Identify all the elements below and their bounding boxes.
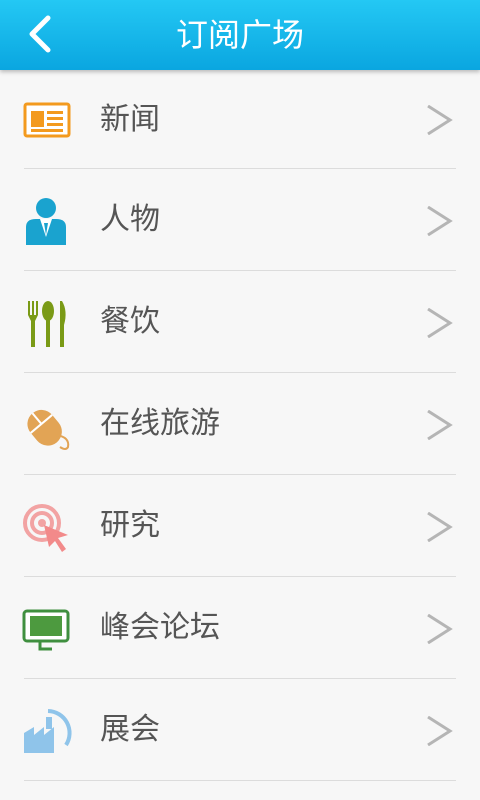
chevron-right-icon	[424, 409, 454, 441]
list-item-news[interactable]: 新闻	[0, 70, 480, 169]
list-item-label: 新闻	[100, 102, 160, 137]
list-item-exhibition[interactable]: 展会	[0, 679, 480, 781]
chevron-right-icon	[424, 715, 454, 747]
divider	[24, 780, 456, 781]
list-item-label: 展会	[100, 712, 160, 747]
computer-mouse-icon	[22, 401, 72, 451]
list-item-label: 峰会论坛	[100, 610, 220, 645]
list-item-people[interactable]: 人物	[0, 169, 480, 271]
list-item-label: 人物	[100, 202, 160, 237]
list-item-label: 在线旅游	[100, 406, 220, 441]
target-cursor-icon	[22, 503, 72, 553]
monitor-icon	[22, 605, 72, 655]
list-item-summit-forum[interactable]: 峰会论坛	[0, 577, 480, 679]
app-header: 订阅广场	[0, 0, 480, 70]
list-item-label: 餐饮	[100, 304, 160, 339]
factory-icon	[22, 707, 72, 757]
page-title: 订阅广场	[175, 16, 304, 54]
person-icon	[22, 197, 72, 247]
chevron-right-icon	[424, 307, 454, 339]
chevron-right-icon	[424, 104, 454, 136]
newspaper-icon	[22, 94, 72, 144]
list-item-dining[interactable]: 餐饮	[0, 271, 480, 373]
list-item-research[interactable]: 研究	[0, 475, 480, 577]
chevron-right-icon	[424, 205, 454, 237]
list-item-label: 研究	[100, 508, 160, 543]
subscription-list: 新闻 人物 餐饮 在线旅游 研究 峰会论坛 展会	[0, 70, 480, 781]
chevron-right-icon	[424, 511, 454, 543]
cutlery-icon	[22, 299, 72, 349]
chevron-right-icon	[424, 613, 454, 645]
list-item-online-travel[interactable]: 在线旅游	[0, 373, 480, 475]
